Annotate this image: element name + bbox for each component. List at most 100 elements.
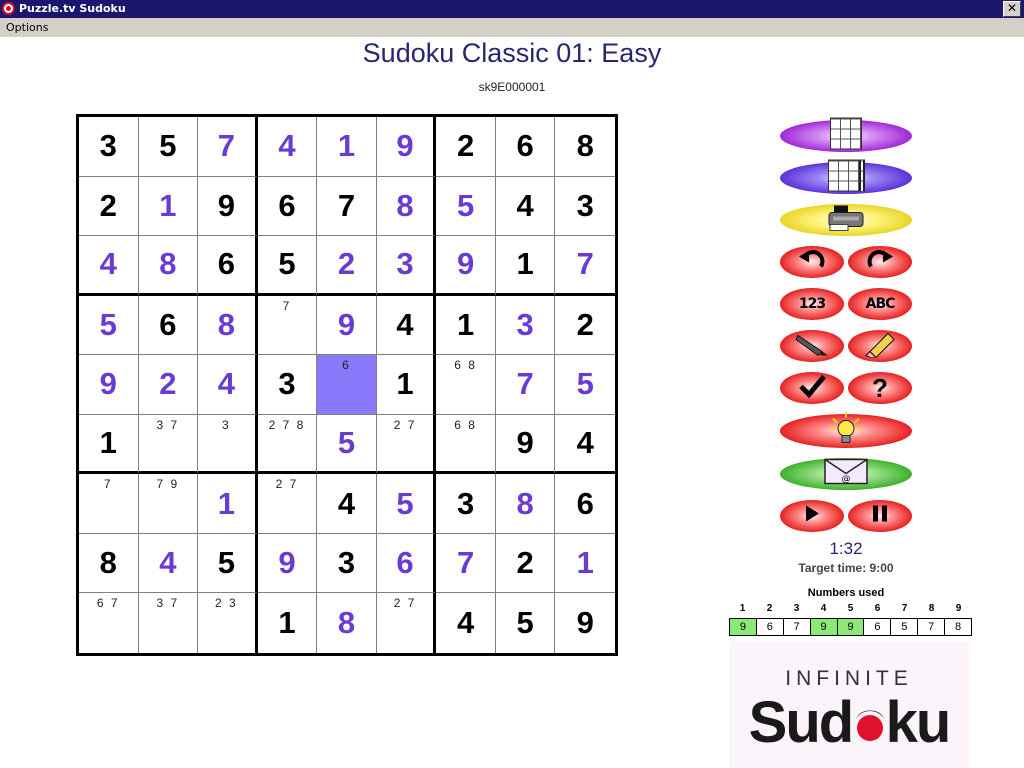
board-cell[interactable]: 9 [495,414,556,475]
board-cell[interactable]: 7 [317,176,377,237]
board-cell[interactable]: 3 [257,355,318,415]
board-cell[interactable]: 3 [555,176,615,237]
board-cell[interactable]: 2 [555,295,615,356]
board-cell[interactable]: 6 8 [436,355,496,415]
board-cell[interactable]: 5 [198,533,258,594]
board-cell[interactable]: 2 [317,236,377,296]
board-cell[interactable]: 6 [257,176,318,237]
close-window-button[interactable]: ✕ [1003,1,1021,17]
board-cell[interactable]: 6 8 [436,414,496,475]
board-cell[interactable]: 3 [79,117,139,177]
board-cell[interactable]: 6 [376,533,437,594]
board-cell[interactable]: 7 [257,295,318,356]
board-cell[interactable]: 8 [138,236,199,296]
board-cell[interactable]: 2 [138,355,199,415]
board-cell[interactable]: 4 [376,295,437,356]
board-cell[interactable]: 9 [79,355,139,415]
board-cell[interactable]: 7 [79,474,139,534]
play-button[interactable] [780,496,844,536]
redo-button[interactable] [848,242,912,282]
board-cell[interactable]: 1 [555,533,615,594]
board-cell[interactable]: 4 [198,355,258,415]
board-cell[interactable]: 6 [495,117,556,177]
board-cell[interactable]: 3 [495,295,556,356]
board-cell[interactable]: 1 [138,176,199,237]
board-cell[interactable]: 1 [317,117,377,177]
board-cell[interactable]: 5 [138,117,199,177]
board-cell[interactable]: 4 [317,474,377,534]
board-cell[interactable]: 8 [376,176,437,237]
board-cell[interactable]: 4 [79,236,139,296]
board-cell[interactable]: 8 [495,474,556,534]
eraser-button[interactable] [848,326,912,366]
letter-mode-button[interactable]: ABC [848,284,912,324]
board-cell[interactable]: 2 [495,533,556,594]
board-cell[interactable]: 6 7 [79,593,139,653]
board-cell[interactable]: 5 [79,295,139,356]
board-cell[interactable]: 4 [555,414,615,475]
board-cell[interactable]: 7 [198,117,258,177]
board-cell[interactable]: 9 [376,117,437,177]
board-cell[interactable]: 7 9 [138,474,199,534]
board-cell[interactable]: 5 [317,414,377,475]
pause-button[interactable] [848,496,912,536]
email-button[interactable]: @ [780,454,912,494]
board-cell[interactable]: 9 [198,176,258,237]
board-cell[interactable]: 6 [317,355,377,415]
board-cell[interactable]: 5 [555,355,615,415]
board-cell[interactable]: 5 [376,474,437,534]
board-cell[interactable]: 8 [79,533,139,594]
board-cell[interactable]: 1 [79,414,139,475]
board-cell[interactable]: 2 [436,117,496,177]
board-cell[interactable]: 4 [495,176,556,237]
board-cell[interactable]: 7 [555,236,615,296]
menu-options[interactable]: Options [6,21,48,34]
board-cell[interactable]: 7 [436,533,496,594]
board-cell[interactable]: 2 7 8 [257,414,318,475]
board-cell[interactable]: 3 [376,236,437,296]
board-cell[interactable]: 9 [317,295,377,356]
board-cell[interactable]: 1 [198,474,258,534]
board-cell[interactable]: 8 [198,295,258,356]
board-cell[interactable]: 2 7 [257,474,318,534]
board-cell[interactable]: 8 [317,593,377,653]
board-cell[interactable]: 3 7 [138,593,199,653]
board-cell[interactable]: 2 [79,176,139,237]
number-mode-button[interactable]: 123 [780,284,844,324]
board-cell[interactable]: 1 [436,295,496,356]
board-cell[interactable]: 3 [436,474,496,534]
board-cell[interactable]: 8 [555,117,615,177]
new-puzzle-button[interactable] [780,116,912,156]
board-cell[interactable]: 7 [495,355,556,415]
pencil-icon [795,334,828,357]
board-cell[interactable]: 2 3 [198,593,258,653]
board-cell[interactable]: 6 [198,236,258,296]
help-button[interactable]: ? [848,368,912,408]
board-cell[interactable]: 2 7 [376,414,437,475]
board-cell[interactable]: 1 [257,593,318,653]
board-cell[interactable]: 9 [555,593,615,653]
print-button[interactable] [780,200,912,240]
board-cell[interactable]: 5 [495,593,556,653]
board-cell[interactable]: 3 [198,414,258,475]
board-cell[interactable]: 2 7 [376,593,437,653]
candidate-notes: 7 [282,298,292,313]
check-button[interactable] [780,368,844,408]
board-cell[interactable]: 1 [495,236,556,296]
board-cell[interactable]: 4 [436,593,496,653]
board-cell[interactable]: 6 [555,474,615,534]
board-cell[interactable]: 3 7 [138,414,199,475]
board-cell[interactable]: 9 [257,533,318,594]
board-cell[interactable]: 1 [376,355,437,415]
board-cell[interactable]: 5 [436,176,496,237]
board-cell[interactable]: 9 [436,236,496,296]
pencil-button[interactable] [780,326,844,366]
board-cell[interactable]: 6 [138,295,199,356]
choose-puzzle-button[interactable] [780,158,912,198]
undo-button[interactable] [780,242,844,282]
board-cell[interactable]: 3 [317,533,377,594]
board-cell[interactable]: 5 [257,236,318,296]
board-cell[interactable]: 4 [257,117,318,177]
hint-button[interactable] [780,410,912,452]
board-cell[interactable]: 4 [138,533,199,594]
